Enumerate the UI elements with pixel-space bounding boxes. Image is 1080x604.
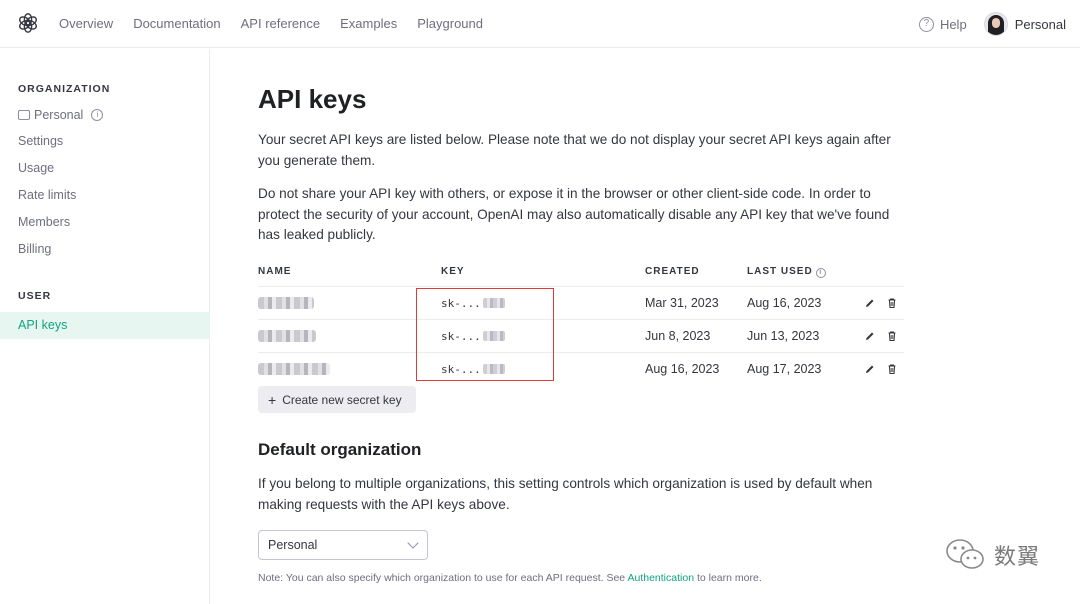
create-secret-key-button[interactable]: + Create new secret key [258,386,416,413]
profile-menu[interactable]: Personal [1015,17,1066,32]
sidebar-item-usage[interactable]: Usage [18,161,54,175]
last-used-date: Aug 17, 2023 [747,362,822,376]
key-name-redacted [258,297,314,309]
sidebar-item-billing[interactable]: Billing [18,242,51,256]
organization-heading: ORGANIZATION [18,83,111,95]
key-name-redacted [258,363,330,375]
page-title: API keys [258,84,367,114]
last-used-date: Aug 16, 2023 [747,296,822,310]
default-org-title: Default organization [258,440,422,459]
info-icon[interactable]: i [91,109,104,121]
table-row: sk-... Jun 8, 2023 Jun 13, 2023 [258,319,904,352]
edit-icon[interactable] [864,297,876,309]
note-suffix: to learn more. [694,572,762,584]
edit-icon[interactable] [864,330,876,342]
nav-overview[interactable]: Overview [59,15,113,33]
column-header-created: CREATED [645,266,700,277]
nav-links: Overview Documentation API reference Exa… [59,15,483,33]
column-header-name: NAME [258,266,292,277]
sidebar: ORGANIZATION Personal i Settings Usage R… [0,49,210,604]
note-prefix: Note: You can also specify which organiz… [258,572,628,584]
last-used-date: Jun 13, 2023 [747,329,820,343]
chevron-down-icon [407,537,419,549]
help-icon[interactable]: ? [918,16,934,32]
trash-icon[interactable] [886,330,898,342]
nav-documentation[interactable]: Documentation [133,15,220,33]
security-paragraph: Do not share your API key with others, o… [258,186,890,242]
column-header-last-used-label: LAST USED [747,266,813,277]
briefcase-icon [18,110,30,120]
avatar-face [991,18,1000,28]
created-date: Jun 8, 2023 [645,329,711,343]
edit-icon[interactable] [864,363,876,375]
column-header-key: KEY [441,266,465,277]
authentication-link[interactable]: Authentication [627,572,694,584]
sidebar-org-name: Personal [34,108,84,122]
wechat-icon [946,539,984,569]
plus-icon: + [268,391,277,408]
openai-logo-icon[interactable] [17,12,39,34]
default-org-select[interactable]: Personal [258,530,428,560]
top-navigation: Overview Documentation API reference Exa… [0,0,1080,48]
help-link[interactable]: Help [940,17,967,32]
org-note: Note: You can also specify which organiz… [258,572,762,584]
sidebar-item-settings[interactable]: Settings [18,134,63,148]
info-icon[interactable]: i [815,268,826,278]
sidebar-item-rate-limits[interactable]: Rate limits [18,188,76,202]
key-name-redacted [258,330,316,342]
avatar[interactable] [983,12,1008,36]
default-org-select-value: Personal [268,538,318,552]
nav-right: ? Help Personal [918,12,1066,36]
sidebar-item-members[interactable]: Members [18,215,70,229]
default-org-description: If you belong to multiple organizations,… [258,476,873,512]
sidebar-item-api-keys[interactable]: API keys [0,312,209,339]
created-date: Aug 16, 2023 [645,362,720,376]
table-row: sk-... Mar 31, 2023 Aug 16, 2023 [258,286,904,319]
sidebar-item-org[interactable]: Personal i [18,108,104,122]
nav-playground[interactable]: Playground [417,15,483,33]
create-secret-key-label: Create new secret key [282,392,402,407]
key-highlight-box [416,288,554,381]
sidebar-item-label: API keys [18,318,68,332]
user-heading: USER [18,290,52,302]
trash-icon[interactable] [886,363,898,375]
column-header-last-used: LAST USED i [747,266,826,278]
trash-icon[interactable] [886,297,898,309]
table-row: sk-... Aug 16, 2023 Aug 17, 2023 [258,352,904,385]
nav-examples[interactable]: Examples [340,15,397,33]
intro-paragraph: Your secret API keys are listed below. P… [258,132,891,168]
created-date: Mar 31, 2023 [645,296,719,310]
nav-api-reference[interactable]: API reference [241,15,321,33]
watermark-text: 数翼 [994,545,1041,570]
watermark: 数翼 [944,537,1040,573]
